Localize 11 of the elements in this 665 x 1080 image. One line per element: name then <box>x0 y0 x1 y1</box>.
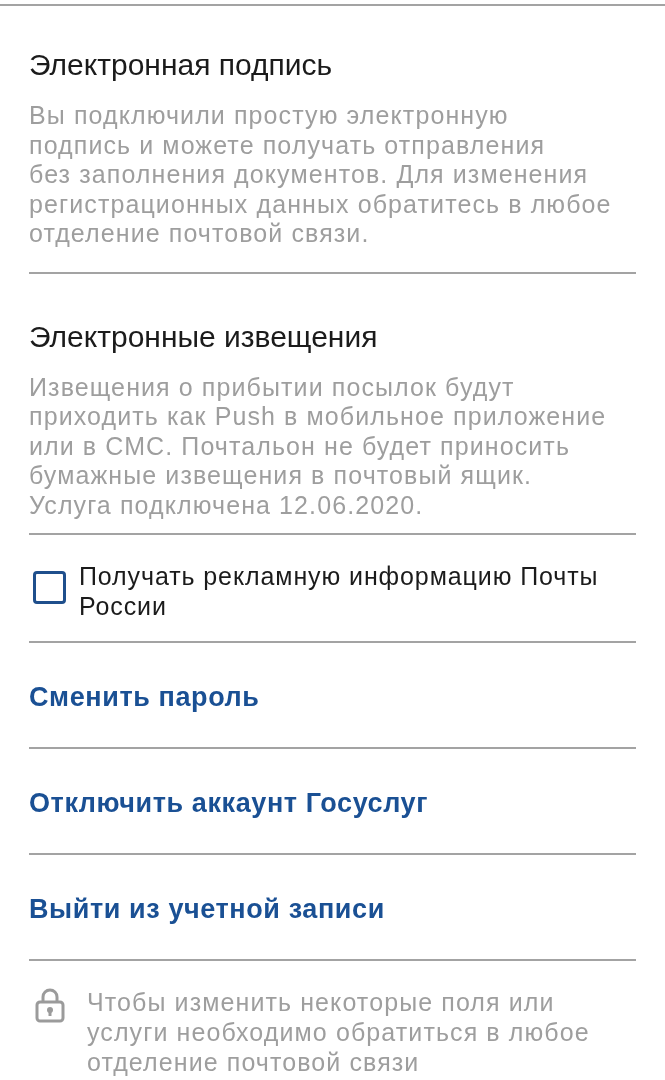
lock-icon <box>35 987 65 1023</box>
checkbox-label[interactable]: Получать рекламную информацию Почты России <box>79 561 629 621</box>
action-link[interactable]: Сменить пароль <box>29 680 260 714</box>
section-description: Вы подключили простую электронную подпись и можете получать отправления без заполнения документов. Для изменения регистрационных данных обратитесь в любое отделение почтовой связи. <box>29 101 612 249</box>
checkbox[interactable] <box>33 571 66 604</box>
action-link[interactable]: Отключить аккаунт Госуслуг <box>29 786 429 820</box>
info-note-text: Чтобы изменить некоторые поля или услуги необходимо обратиться в любое отделение почтовой связи <box>87 987 590 1077</box>
section-title: Электронная подпись <box>29 47 333 83</box>
section-title: Электронные извещения <box>29 318 378 355</box>
action-link[interactable]: Выйти из учетной записи <box>29 892 385 926</box>
section-description: Извещения о прибытии посылок будут приходить как Push в мобильное приложение или в СМС. Почтальон не будет приносить бумажные извещения в почтовый ящик. Услуга подключена 12.06.2020. <box>29 372 607 520</box>
